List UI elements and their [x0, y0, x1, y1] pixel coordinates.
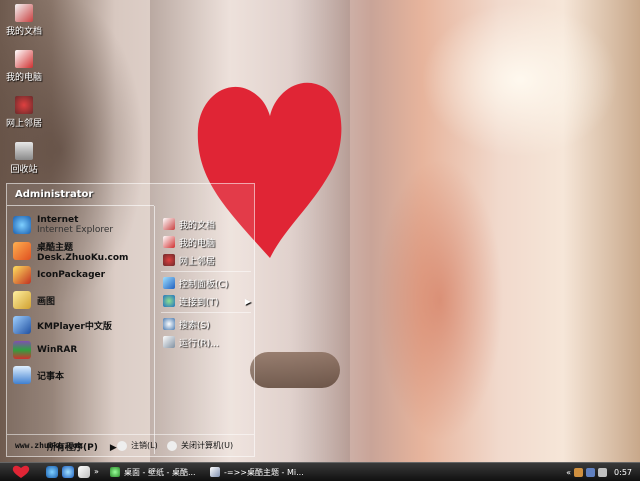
start-right-my-documents[interactable]: 我的文档: [163, 216, 251, 232]
start-item-label: WinRAR: [37, 345, 78, 355]
start-item-winrar[interactable]: WinRAR: [13, 339, 151, 361]
start-right-label: 我的文档: [179, 220, 216, 231]
desktop-icon-my-computer[interactable]: 我的电脑: [2, 50, 46, 83]
arrow-right-icon: ▶: [244, 296, 251, 306]
quicklaunch-browser-icon[interactable]: [46, 466, 58, 478]
tray-volume-icon[interactable]: [574, 467, 584, 477]
clock[interactable]: 0:57: [614, 468, 632, 477]
quicklaunch-explorer-icon[interactable]: [78, 466, 90, 478]
tray-expand-icon[interactable]: «: [566, 468, 571, 477]
my-documents-icon: [15, 4, 33, 22]
task-label: 桌面 - 壁纸 - 桌酷...: [124, 467, 196, 477]
desktop-icon-label: 我的文档: [5, 27, 42, 37]
start-menu-footer: www.zhuoku.com 注销(L) 关闭计算机(U): [7, 434, 254, 457]
desktop-icon-recycle-bin[interactable]: 回收站: [2, 142, 46, 175]
start-right-my-computer[interactable]: 我的电脑: [163, 234, 251, 250]
start-item-label: KMPlayer中文版: [37, 321, 112, 332]
network-places-icon: [163, 254, 175, 266]
start-right-divider: [161, 271, 251, 272]
network-places-icon: [15, 96, 33, 114]
start-right-control-panel[interactable]: 控制面板(C): [163, 275, 251, 291]
start-menu: Administrator Internet Internet Explorer…: [6, 183, 255, 457]
start-item-theme[interactable]: 桌酷主题Desk.ZhuoKu.com: [13, 240, 151, 263]
quicklaunch-ie-icon[interactable]: [62, 466, 74, 478]
my-computer-icon: [163, 236, 175, 248]
footer-url: www.zhuoku.com: [15, 441, 83, 450]
start-right-label: 控制面板(C): [179, 279, 229, 290]
start-right-label: 运行(R)...: [179, 338, 219, 349]
start-right-connect[interactable]: 连接到(T) ▶: [163, 293, 251, 309]
run-icon: [163, 336, 175, 348]
desktop-icon-label: 回收站: [10, 165, 38, 175]
start-right-run[interactable]: 运行(R)...: [163, 334, 251, 350]
heart-icon: [12, 465, 30, 478]
start-item-paint[interactable]: 画图: [13, 289, 151, 311]
recycle-bin-icon: [15, 142, 33, 160]
logoff-icon: [117, 440, 127, 451]
wallpaper-rope: [250, 352, 340, 388]
window-icon: [210, 467, 220, 477]
desktop-icon-label: 网上邻居: [5, 119, 42, 129]
internet-explorer-icon: [13, 216, 31, 234]
desktop-icon-label: 我的电脑: [5, 73, 42, 83]
logoff-label: 注销(L): [131, 441, 158, 450]
paint-icon: [13, 291, 31, 309]
kmplayer-icon: [13, 316, 31, 334]
tray-network-icon[interactable]: [586, 467, 596, 477]
notepad-icon: [13, 366, 31, 384]
start-item-notepad[interactable]: 记事本: [13, 364, 151, 386]
task-button-browser[interactable]: 桌面 - 壁纸 - 桌酷...: [110, 464, 205, 480]
shutdown-icon: [167, 440, 177, 451]
shutdown-button[interactable]: 关闭计算机(U): [167, 440, 233, 451]
start-right-label: 我的电脑: [179, 238, 216, 249]
quicklaunch-expand-icon[interactable]: »: [94, 466, 106, 478]
start-item-internet[interactable]: Internet Internet Explorer: [13, 214, 151, 236]
desktop-icon-network-places[interactable]: 网上邻居: [2, 96, 46, 129]
start-item-iconpackager[interactable]: IconPackager: [13, 264, 151, 286]
iconpackager-icon: [13, 266, 31, 284]
start-item-kmplayer[interactable]: KMPlayer中文版: [13, 314, 151, 336]
tray-app-icon[interactable]: [598, 467, 608, 477]
start-right-network-places[interactable]: 网上邻居: [163, 252, 251, 268]
desktop-icon-my-documents[interactable]: 我的文档: [2, 4, 46, 37]
start-item-sublabel: Internet Explorer: [37, 225, 114, 235]
winrar-icon: [13, 341, 31, 359]
system-tray: « 0:57: [562, 463, 640, 481]
browser-icon: [110, 467, 120, 477]
connect-icon: [163, 295, 175, 307]
logoff-button[interactable]: 注销(L): [117, 440, 158, 451]
start-item-label: Internet: [37, 215, 79, 225]
my-computer-icon: [15, 50, 33, 68]
start-menu-pinned: Internet Internet Explorer 桌酷主题Desk.Zhuo…: [7, 206, 155, 454]
taskbar: » 桌面 - 壁纸 - 桌酷... -=>>桌酷主题 - Mi... « 0:5…: [0, 462, 640, 481]
start-item-label: 桌酷主题Desk.ZhuoKu.com: [37, 242, 129, 263]
start-menu-user: Administrator: [7, 184, 154, 206]
start-right-search[interactable]: 搜索(S): [163, 316, 251, 332]
theme-icon: [13, 242, 31, 260]
shutdown-label: 关闭计算机(U): [181, 441, 234, 450]
start-right-divider: [161, 312, 251, 313]
start-item-label: 画图: [37, 296, 56, 307]
start-right-label: 连接到(T): [179, 297, 219, 308]
start-button[interactable]: [4, 464, 38, 480]
start-item-label: IconPackager: [37, 270, 106, 280]
task-label: -=>>桌酷主题 - Mi...: [224, 467, 304, 477]
task-button-window[interactable]: -=>>桌酷主题 - Mi...: [210, 464, 305, 480]
start-item-label: 记事本: [37, 371, 65, 382]
search-icon: [163, 318, 175, 330]
my-documents-icon: [163, 218, 175, 230]
control-panel-icon: [163, 277, 175, 289]
start-right-label: 网上邻居: [179, 256, 216, 267]
start-right-label: 搜索(S): [179, 320, 210, 331]
